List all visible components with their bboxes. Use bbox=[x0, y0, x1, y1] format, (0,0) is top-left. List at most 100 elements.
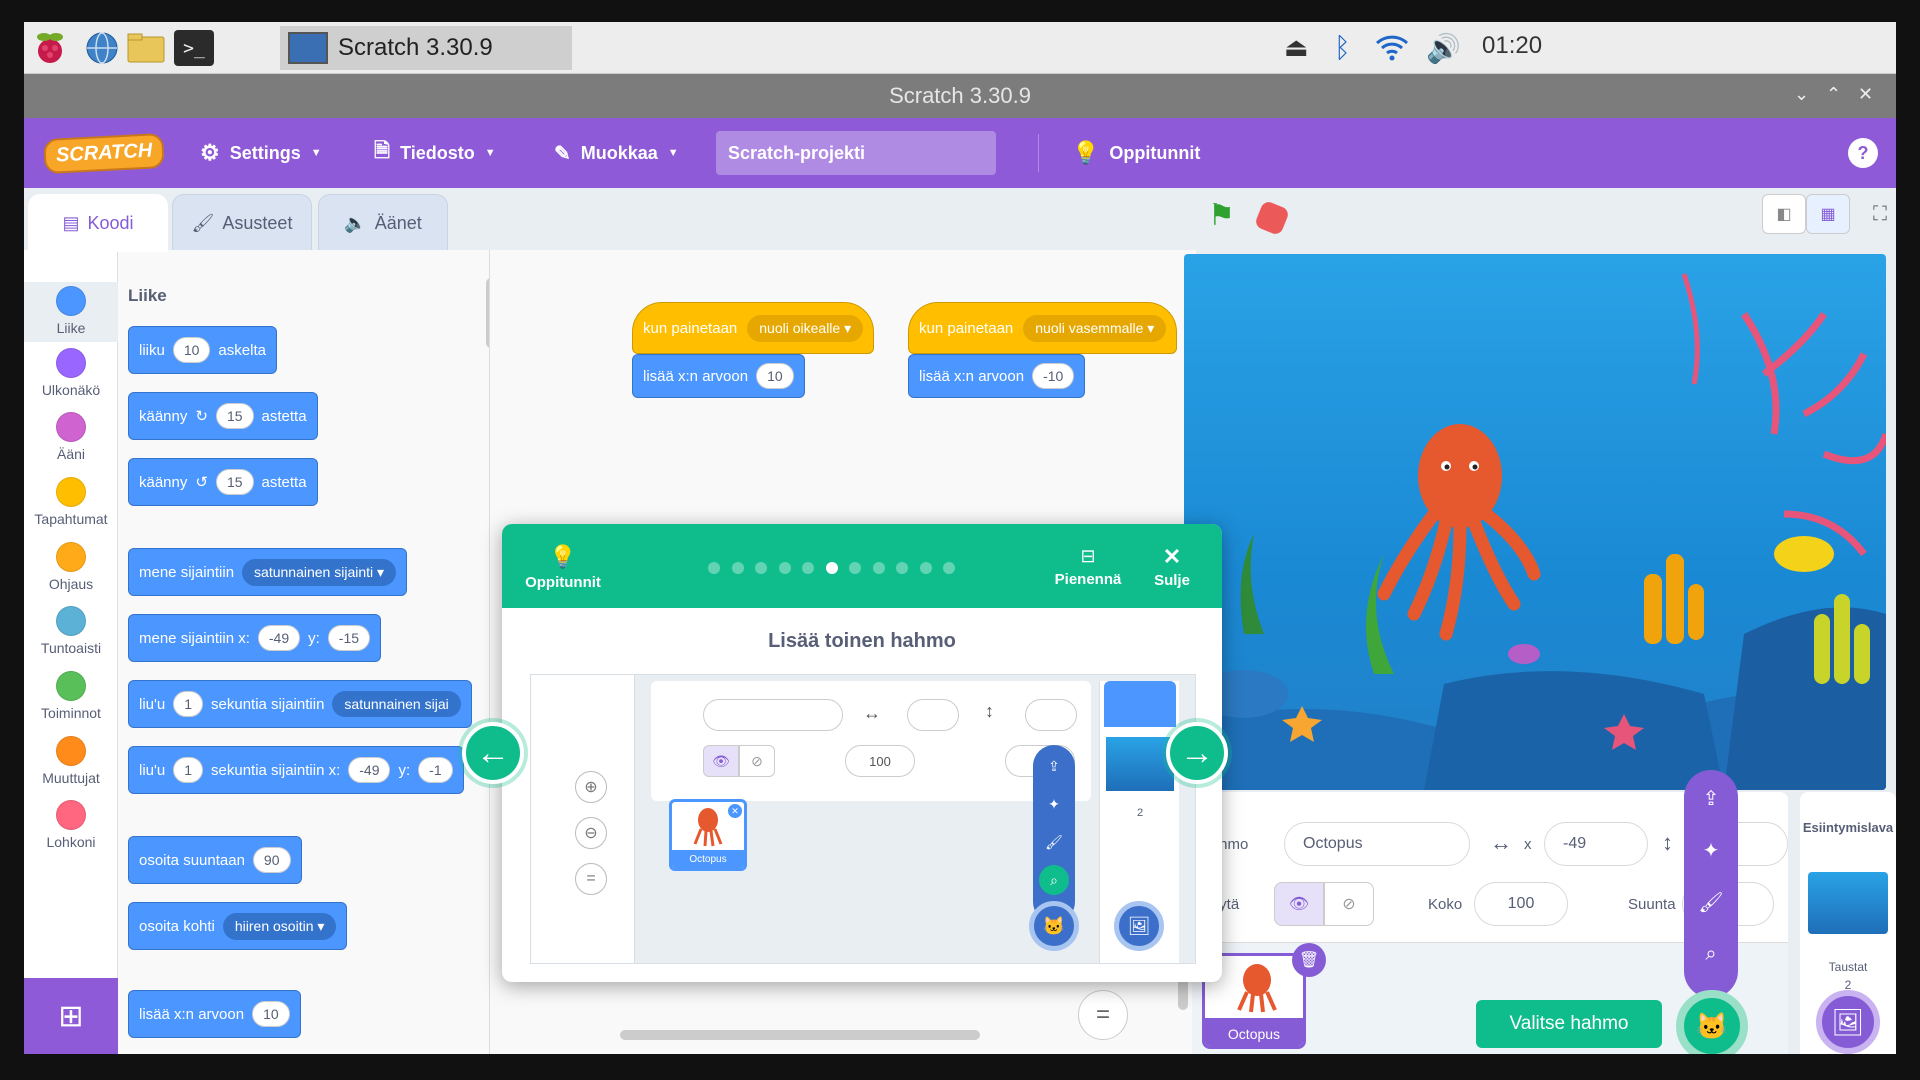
file-menu[interactable]: 🗎 Tiedosto ▼ bbox=[374, 118, 496, 188]
progress-dot bbox=[755, 562, 767, 574]
category-variables[interactable]: Muuttujat bbox=[24, 736, 118, 786]
search-icon[interactable]: ⌕ bbox=[1691, 934, 1731, 974]
zoom-reset-button[interactable]: = bbox=[1078, 990, 1128, 1040]
surprise-icon: ✦ bbox=[1048, 795, 1060, 812]
block-glide-to-xy[interactable]: liu'u 1 sekuntia sijaintiin x: -49 y: -1 bbox=[128, 746, 464, 794]
block-input[interactable]: 10 bbox=[756, 363, 794, 389]
category-motion[interactable]: Liike bbox=[24, 282, 118, 342]
close-window-icon[interactable]: ✕ bbox=[1858, 84, 1873, 105]
web-browser-icon[interactable] bbox=[82, 30, 122, 66]
block-point-towards[interactable]: osoita kohti hiiren osoitin ▾ bbox=[128, 902, 348, 950]
block-go-to-xy[interactable]: mene sijaintiin x: -49 y: -15 bbox=[128, 614, 382, 662]
block-input[interactable]: -15 bbox=[327, 625, 371, 651]
wifi-icon[interactable] bbox=[1374, 32, 1410, 69]
block-move[interactable]: liiku 10 askelta bbox=[128, 326, 277, 374]
window-icon bbox=[288, 32, 328, 64]
block-input[interactable]: 10 bbox=[252, 1001, 290, 1027]
chevron-down-icon: ▼ bbox=[310, 147, 322, 159]
block-dropdown[interactable]: satunnainen sijai bbox=[332, 691, 461, 717]
block-change-x[interactable]: lisää x:n arvoon 10 bbox=[632, 354, 805, 398]
taskbar-window-title: Scratch 3.30.9 bbox=[338, 34, 493, 61]
block-dropdown[interactable]: satunnainen sijainti ▾ bbox=[242, 558, 397, 586]
file-manager-icon[interactable] bbox=[126, 30, 166, 66]
tab-costumes[interactable]: 🖌 Asusteet bbox=[172, 194, 312, 252]
block-input[interactable]: 15 bbox=[215, 403, 254, 429]
arrow-left-icon: ← bbox=[476, 733, 510, 772]
paint-icon[interactable]: 🖌 bbox=[1691, 882, 1731, 922]
block-dropdown[interactable]: hiiren osoitin ▾ bbox=[222, 912, 337, 940]
tab-code[interactable]: ▤ Koodi bbox=[28, 194, 168, 252]
block-input[interactable]: 10 bbox=[172, 337, 211, 363]
show-sprite-button[interactable]: 👁 bbox=[1274, 882, 1324, 926]
maximize-icon[interactable]: ⌃ bbox=[1826, 84, 1841, 105]
key-dropdown[interactable]: nuoli oikealle ▾ bbox=[747, 314, 864, 342]
fullscreen-icon[interactable]: ⛶ bbox=[1860, 194, 1896, 234]
block-input[interactable]: -49 bbox=[257, 625, 301, 651]
tutorial-previous-button[interactable]: ← bbox=[462, 722, 524, 784]
script-scrollbar[interactable] bbox=[620, 1030, 980, 1040]
zoom-in-icon: ⊕ bbox=[575, 771, 607, 803]
settings-menu[interactable]: ⚙ Settings ▼ bbox=[200, 118, 322, 188]
stop-icon[interactable] bbox=[1253, 199, 1291, 237]
shrink-button[interactable]: ⊟ Pienennä bbox=[1048, 546, 1128, 588]
illustration-add-menu: ⇪ ✦ 🖌 ⌕ bbox=[1033, 745, 1075, 923]
add-extension-button[interactable]: ⊞ bbox=[24, 978, 118, 1054]
block-input[interactable]: -1 bbox=[418, 757, 453, 783]
hide-sprite-button[interactable]: ⊘ bbox=[1324, 882, 1374, 926]
raspberry-menu-icon[interactable] bbox=[30, 30, 70, 66]
x-input[interactable]: -49 bbox=[1544, 822, 1648, 866]
stage-canvas[interactable] bbox=[1184, 254, 1886, 790]
normal-stage-button[interactable]: ▦ bbox=[1806, 194, 1850, 234]
category-events[interactable]: Tapahtumat bbox=[24, 477, 118, 527]
scratch-logo[interactable]: SCRATCH bbox=[43, 118, 166, 188]
upload-icon[interactable]: ⇪ bbox=[1691, 778, 1731, 818]
category-looks[interactable]: Ulkonäkö bbox=[24, 348, 118, 398]
category-sound[interactable]: Ääni bbox=[24, 412, 118, 462]
edit-menu[interactable]: ✎ Muokkaa ▼ bbox=[554, 118, 679, 188]
block-input[interactable]: 15 bbox=[215, 469, 254, 495]
tutorials-button[interactable]: 💡 Oppitunnit bbox=[518, 544, 608, 591]
choose-backdrop-button[interactable]: 🖼 bbox=[1816, 990, 1880, 1054]
small-stage-button[interactable]: ◧ bbox=[1762, 194, 1806, 234]
category-control[interactable]: Ohjaus bbox=[24, 542, 118, 592]
block-turn-left[interactable]: käänny ↺ 15 astetta bbox=[128, 458, 318, 506]
choose-sprite-button[interactable]: 🐱 bbox=[1676, 990, 1748, 1054]
close-tutorial-button[interactable]: ✕ Sulje bbox=[1142, 544, 1202, 589]
block-glide-to[interactable]: liu'u 1 sekuntia sijaintiin satunnainen sij… bbox=[128, 680, 472, 728]
event-hat-block[interactable]: kun painetaan nuoli oikealle ▾ bbox=[632, 302, 875, 354]
surprise-icon[interactable]: ✦ bbox=[1691, 830, 1731, 870]
block-change-x[interactable]: lisää x:n arvoon -10 bbox=[908, 354, 1086, 398]
block-input[interactable]: -49 bbox=[348, 757, 391, 783]
category-operators[interactable]: Toiminnot bbox=[24, 671, 118, 721]
taskbar-window-button[interactable]: Scratch 3.30.9 bbox=[280, 26, 572, 70]
block-change-x[interactable]: lisää x:n arvoon 10 bbox=[128, 990, 301, 1038]
volume-icon[interactable]: 🔊 bbox=[1426, 32, 1461, 65]
tutorial-next-button[interactable]: → bbox=[1166, 722, 1228, 784]
block-input[interactable]: 1 bbox=[173, 757, 204, 783]
block-input[interactable]: -10 bbox=[1032, 363, 1075, 389]
sprite-name-input[interactable]: Octopus bbox=[1284, 822, 1470, 866]
key-dropdown[interactable]: nuoli vasemmalle ▾ bbox=[1023, 314, 1167, 342]
tutorials-menu[interactable]: 💡 Oppitunnit bbox=[1072, 118, 1200, 188]
delete-sprite-button[interactable]: 🗑 bbox=[1292, 943, 1326, 977]
block-input[interactable]: 90 bbox=[252, 847, 291, 873]
project-title-input[interactable]: Scratch-projekti bbox=[716, 131, 996, 175]
green-flag-icon[interactable]: ⚑ bbox=[1208, 198, 1235, 233]
bluetooth-icon[interactable]: ᛒ bbox=[1334, 32, 1351, 64]
tab-sounds[interactable]: 🔈 Äänet bbox=[318, 194, 448, 252]
event-hat-block[interactable]: kun painetaan nuoli vasemmalle ▾ bbox=[908, 302, 1178, 354]
block-input[interactable]: 1 bbox=[173, 691, 204, 717]
block-point-direction[interactable]: osoita suuntaan 90 bbox=[128, 836, 302, 884]
minimize-icon[interactable]: ⌄ bbox=[1794, 84, 1809, 105]
terminal-icon[interactable]: >_ bbox=[174, 30, 214, 66]
category-sensing[interactable]: Tuntoaisti bbox=[24, 606, 118, 656]
eject-icon[interactable]: ⏏ bbox=[1284, 32, 1309, 63]
size-input[interactable]: 100 bbox=[1474, 882, 1568, 926]
help-button[interactable]: ? bbox=[1848, 118, 1878, 188]
category-my-blocks[interactable]: Lohkoni bbox=[24, 800, 118, 850]
progress-dot bbox=[825, 562, 838, 574]
stage-selector[interactable]: Esiintymislava Taustat 2 🖼 bbox=[1800, 792, 1896, 1054]
block-turn-right[interactable]: käänny ↻ 15 astetta bbox=[128, 392, 318, 440]
block-go-to[interactable]: mene sijaintiin satunnainen sijainti ▾ bbox=[128, 548, 408, 596]
illustration-stage-panel: 2 🖼 bbox=[1099, 681, 1179, 963]
